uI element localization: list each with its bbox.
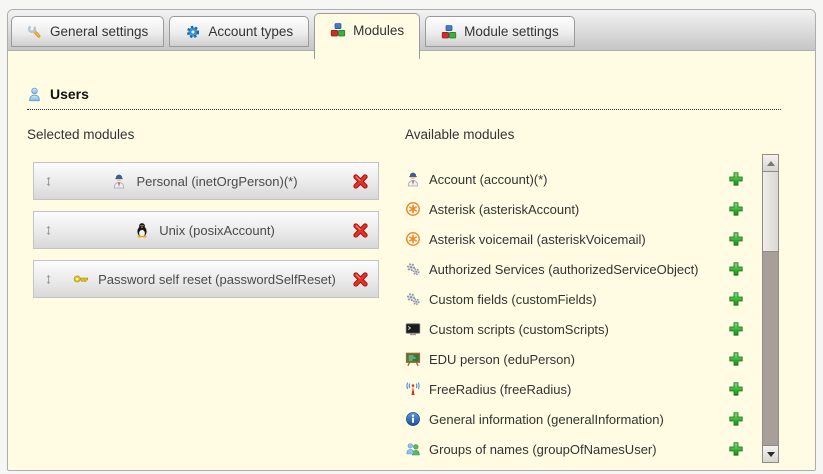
module-label: Personal (inetOrgPerson)(*) (136, 174, 297, 189)
key-icon (73, 271, 89, 287)
tab-account-types[interactable]: Account types (169, 16, 309, 47)
group-icon (405, 441, 421, 457)
delete-x-icon (352, 271, 369, 288)
tab-label: General settings (50, 24, 148, 39)
add-module-button[interactable] (728, 231, 744, 247)
gear-icon (185, 24, 201, 40)
module-label: Account (account)(*) (429, 172, 548, 187)
drag-handle[interactable] (43, 273, 57, 286)
up-arrow-icon (767, 161, 775, 166)
config-panel: General settings Account types Modules M… (7, 9, 816, 471)
add-module-button[interactable] (728, 411, 744, 427)
add-module-button[interactable] (728, 171, 744, 187)
info-icon (405, 411, 421, 427)
person-icon (111, 173, 127, 189)
plus-icon (728, 381, 744, 397)
module-label: Asterisk (asteriskAccount) (429, 202, 579, 217)
available-module-row: EDU person (eduPerson) (405, 344, 744, 374)
add-module-button[interactable] (728, 291, 744, 307)
selected-modules-list: Personal (inetOrgPerson)(*) Unix (posixA… (33, 162, 379, 309)
module-label: FreeRadius (freeRadius) (429, 382, 571, 397)
wrench-icon (27, 24, 43, 40)
module-label: Groups of names (groupOfNamesUser) (429, 442, 657, 457)
available-modules-scrollbar[interactable] (762, 154, 779, 463)
available-modules-list: Account (account)(*) Asterisk (asteriskA… (405, 164, 744, 464)
available-module-row: Groups of names (groupOfNamesUser) (405, 434, 744, 464)
remove-module-button[interactable] (352, 271, 369, 288)
plus-icon (728, 261, 744, 277)
selected-module-row[interactable]: Password self reset (passwordSelfReset) (33, 260, 379, 298)
tab-module-settings[interactable]: Module settings (425, 16, 575, 47)
available-module-row: Asterisk (asteriskAccount) (405, 194, 744, 224)
available-modules-heading: Available modules (405, 127, 514, 142)
updown-arrow-icon (43, 273, 54, 286)
plus-icon (728, 201, 744, 217)
tab-label: Modules (353, 23, 404, 38)
add-module-button[interactable] (728, 441, 744, 457)
add-module-button[interactable] (728, 321, 744, 337)
plus-icon (728, 231, 744, 247)
scroll-thumb[interactable] (763, 172, 778, 252)
section-title: Users (50, 86, 89, 102)
plus-icon (728, 351, 744, 367)
radio-icon (405, 381, 421, 397)
scroll-down-button[interactable] (763, 445, 778, 462)
updown-arrow-icon (43, 224, 54, 237)
drag-handle[interactable] (43, 224, 57, 237)
add-module-button[interactable] (728, 261, 744, 277)
module-label: Custom fields (customFields) (429, 292, 597, 307)
tab-label: Account types (208, 24, 293, 39)
plus-icon (728, 411, 744, 427)
available-module-row: General information (generalInformation) (405, 404, 744, 434)
selected-module-row[interactable]: Personal (inetOrgPerson)(*) (33, 162, 379, 200)
tab-modules[interactable]: Modules (314, 13, 420, 59)
module-label: General information (generalInformation) (429, 412, 664, 427)
chalkboard-icon (405, 351, 421, 367)
scroll-track[interactable] (763, 252, 778, 445)
tab-label: Module settings (464, 24, 559, 39)
plus-icon (728, 291, 744, 307)
module-label: Password self reset (passwordSelfReset) (98, 272, 336, 287)
selected-module-row[interactable]: Unix (posixAccount) (33, 211, 379, 249)
available-module-row: Authorized Services (authorizedServiceOb… (405, 254, 744, 284)
section-header-users: Users (27, 86, 781, 110)
gears-icon (405, 291, 421, 307)
updown-arrow-icon (43, 175, 54, 188)
plus-icon (728, 441, 744, 457)
delete-x-icon (352, 173, 369, 190)
plus-icon (728, 321, 744, 337)
module-label: EDU person (eduPerson) (429, 352, 575, 367)
remove-module-button[interactable] (352, 173, 369, 190)
asterisk-icon (405, 201, 421, 217)
gears-icon (405, 261, 421, 277)
terminal-icon (405, 321, 421, 337)
available-module-row: FreeRadius (freeRadius) (405, 374, 744, 404)
tux-icon (134, 222, 150, 238)
scroll-up-button[interactable] (763, 155, 778, 172)
down-arrow-icon (767, 452, 775, 457)
module-label: Authorized Services (authorizedServiceOb… (429, 262, 699, 277)
module-label: Unix (posixAccount) (159, 223, 275, 238)
tab-bar: General settings Account types Modules M… (8, 10, 815, 51)
available-module-row: Account (account)(*) (405, 164, 744, 194)
selected-modules-heading: Selected modules (27, 127, 134, 142)
person-icon (405, 171, 421, 187)
remove-module-button[interactable] (352, 222, 369, 239)
delete-x-icon (352, 222, 369, 239)
add-module-button[interactable] (728, 201, 744, 217)
plus-icon (728, 171, 744, 187)
add-module-button[interactable] (728, 351, 744, 367)
module-label: Asterisk voicemail (asteriskVoicemail) (429, 232, 646, 247)
available-module-row: Custom fields (customFields) (405, 284, 744, 314)
modules-icon (441, 24, 457, 40)
available-module-row: Asterisk voicemail (asteriskVoicemail) (405, 224, 744, 254)
available-module-row: Custom scripts (customScripts) (405, 314, 744, 344)
add-module-button[interactable] (728, 381, 744, 397)
asterisk-icon (405, 231, 421, 247)
tab-general-settings[interactable]: General settings (11, 16, 164, 47)
drag-handle[interactable] (43, 175, 57, 188)
module-label: Custom scripts (customScripts) (429, 322, 609, 337)
modules-icon (330, 22, 346, 38)
user-icon (27, 87, 42, 102)
